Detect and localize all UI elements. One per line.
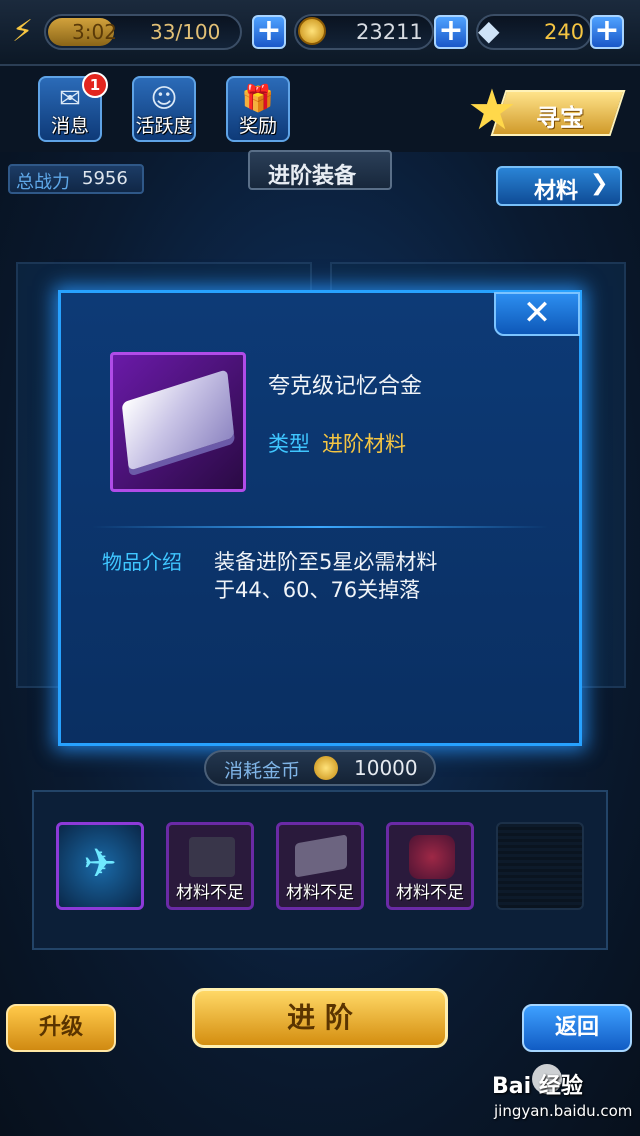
upgrade-button[interactable]: 升级 xyxy=(6,1004,116,1052)
item-icon xyxy=(110,352,246,492)
material-slot-status: 材料不足 xyxy=(286,883,354,903)
baidu-watermark: Bai 经验 jingyan.baidu.com xyxy=(490,1062,633,1130)
material-slot-3[interactable]: 材料不足 xyxy=(276,822,364,910)
material-slot-status: 材料不足 xyxy=(176,883,244,903)
messages-badge: 1 xyxy=(82,72,108,98)
alloy-plate-icon xyxy=(121,369,235,471)
panel-title: 进阶装备 xyxy=(268,164,357,189)
jet-blueprint-icon: ✈ xyxy=(83,841,117,887)
watermark-brand: Bai 经验 xyxy=(492,1074,583,1099)
energy-timer: 3:02 xyxy=(72,20,117,44)
close-button[interactable]: ✕ xyxy=(494,292,580,336)
back-label: 返回 xyxy=(554,1015,599,1040)
gold-amount: 23211 xyxy=(356,20,423,44)
watermark-url: jingyan.baidu.com xyxy=(494,1102,633,1120)
add-gold-button[interactable]: + xyxy=(434,15,468,49)
activity-button[interactable]: ☺ 活跃度 xyxy=(132,76,196,142)
jet-star-icon: ★ xyxy=(466,78,518,143)
modal-divider xyxy=(92,526,548,528)
energy-icon: ⚡ xyxy=(12,14,34,49)
activity-label: 活跃度 xyxy=(135,115,193,137)
cost-plate: 消耗金币 10000 xyxy=(204,750,436,786)
gold-coin-icon xyxy=(298,17,326,45)
diamond-amount: 240 xyxy=(544,20,585,44)
add-diamond-button[interactable]: + xyxy=(590,15,624,49)
material-slot-5 xyxy=(496,822,584,910)
treasure-button[interactable]: ★ 寻宝 xyxy=(462,78,626,143)
rewards-label: 奖励 xyxy=(238,115,277,137)
material-slot-1[interactable]: ✈ xyxy=(56,822,144,910)
power-label: 总战力 xyxy=(16,172,70,193)
item-desc-line1: 装备进阶至5星必需材料 xyxy=(214,550,438,574)
advance-label: 进 阶 xyxy=(287,1001,353,1034)
smiley-icon: ☺ xyxy=(150,84,178,114)
materials-button[interactable]: 材料 ❯ xyxy=(496,166,622,206)
material-slot-2[interactable]: 材料不足 xyxy=(166,822,254,910)
advance-button[interactable]: 进 阶 xyxy=(192,988,448,1048)
item-name: 夸克级记忆合金 xyxy=(268,374,423,399)
chip-icon xyxy=(189,837,235,877)
item-type-label: 类型 xyxy=(268,432,310,456)
energy-pill: 3:02 33/100 xyxy=(44,14,242,50)
material-slot-status: 材料不足 xyxy=(396,883,464,903)
messages-label: 消息 xyxy=(50,115,89,137)
add-energy-button[interactable]: + xyxy=(252,15,286,49)
back-button[interactable]: 返回 xyxy=(522,1004,632,1052)
panel-title-plate: 进阶装备 xyxy=(248,150,392,190)
materials-label: 材料 xyxy=(534,179,579,204)
gift-icon: 🎁 xyxy=(241,84,275,114)
diamond-icon: ◆ xyxy=(478,14,500,47)
robot-core-icon xyxy=(409,835,455,879)
rewards-button[interactable]: 🎁 奖励 xyxy=(226,76,290,142)
material-slot-4[interactable]: 材料不足 xyxy=(386,822,474,910)
power-plate: 总战力 5956 xyxy=(8,164,144,194)
coin-icon xyxy=(314,756,338,780)
cost-value: 10000 xyxy=(354,756,418,780)
item-desc-line2: 于44、60、76关掉落 xyxy=(214,578,421,602)
upgrade-label: 升级 xyxy=(38,1015,83,1040)
item-desc-label: 物品介绍 xyxy=(102,550,182,574)
treasure-label: 寻宝 xyxy=(536,104,584,132)
cost-label: 消耗金币 xyxy=(224,760,301,782)
close-icon: ✕ xyxy=(522,293,552,333)
power-value: 5956 xyxy=(82,168,128,189)
alloy-icon xyxy=(295,834,347,878)
item-type-value: 进阶材料 xyxy=(322,432,406,456)
chevron-right-icon: ❯ xyxy=(590,171,609,196)
energy-count: 33/100 xyxy=(150,20,221,44)
